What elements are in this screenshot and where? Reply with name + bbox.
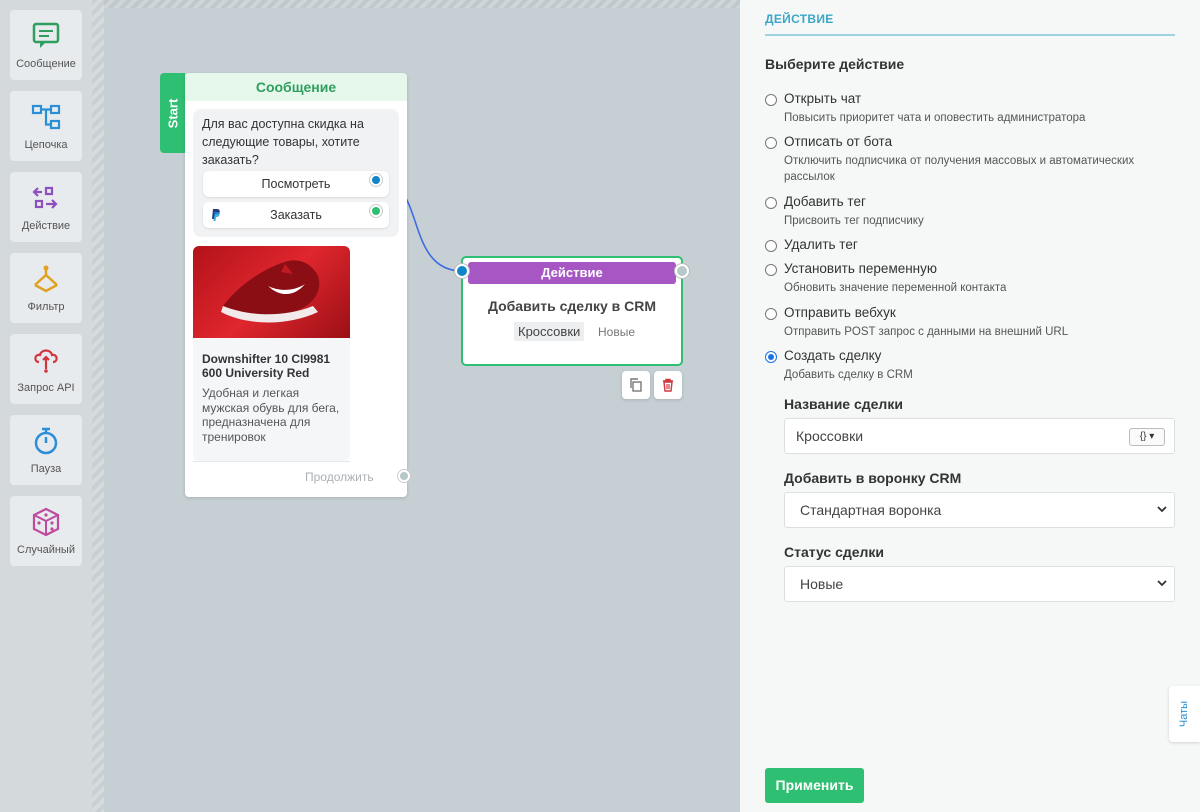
deal-name-tag: Кроссовки <box>514 322 585 341</box>
delete-node-button[interactable] <box>654 371 682 399</box>
toolbar-item-message[interactable]: Сообщение <box>10 10 82 80</box>
panel-header: ДЕЙСТВИЕ <box>765 12 834 26</box>
toolbar-item-filter[interactable]: Фильтр <box>10 253 82 323</box>
caret-down-icon: ▾ <box>1149 431 1155 442</box>
toolbar-item-label: Действие <box>21 220 71 232</box>
pause-timer-icon <box>34 427 58 455</box>
toolbar-item-label: Запрос API <box>17 382 75 394</box>
chain-icon <box>31 104 61 130</box>
toolbar-item-chain[interactable]: Цепочка <box>10 91 82 161</box>
toolbar-item-pause[interactable]: Пауза <box>10 415 82 485</box>
insert-variable-button[interactable]: {} ▾ <box>1129 428 1165 446</box>
quick-reply-order-button[interactable]: Заказать <box>203 202 389 228</box>
filter-icon <box>34 265 58 293</box>
duplicate-node-button[interactable] <box>622 371 650 399</box>
message-node[interactable]: Сообщение Для вас доступна скидка на сле… <box>185 73 410 497</box>
deal-name-label: Название сделки <box>784 396 903 412</box>
radio-set-variable[interactable] <box>765 264 777 276</box>
choose-action-title: Выберите действие <box>765 56 905 72</box>
toolbar-divider <box>92 0 104 812</box>
action-node-header: Действие <box>468 262 676 284</box>
api-request-icon <box>34 349 58 373</box>
continue-connector[interactable] <box>398 470 410 482</box>
funnel-label: Добавить в воронку CRM <box>784 470 962 486</box>
message-icon <box>32 22 60 48</box>
message-bubble: Для вас доступна скидка на следующие тов… <box>193 109 399 237</box>
toolbar-item-label: Случайный <box>17 544 75 556</box>
toolbar-item-label: Фильтр <box>27 301 65 313</box>
toolbar-item-label: Цепочка <box>24 139 68 151</box>
action-settings-panel: ДЕЙСТВИЕ Выберите действие Открыть чат П… <box>740 0 1200 812</box>
product-title: Downshifter 10 CI9981 600 University Red <box>202 352 331 380</box>
deal-status-tag: Новые <box>598 325 636 339</box>
canvas-top-border <box>104 0 740 8</box>
deal-name-input[interactable]: Кроссовки {} ▾ <box>784 418 1175 454</box>
radio-add-tag[interactable] <box>765 197 777 209</box>
product-description: Удобная и легкая мужская обувь для бега,… <box>202 386 340 444</box>
chevron-down-icon <box>1157 506 1167 513</box>
toolbar-item-api[interactable]: Запрос API <box>10 334 82 404</box>
status-label: Статус сделки <box>784 544 885 560</box>
copy-icon <box>630 378 642 392</box>
order-button-connector[interactable] <box>370 205 382 217</box>
apply-button[interactable]: Применить <box>765 768 864 803</box>
radio-send-webhook[interactable] <box>765 308 777 320</box>
trash-icon <box>663 378 673 392</box>
action-icon <box>32 186 58 209</box>
radio-unsubscribe[interactable] <box>765 137 777 149</box>
start-tab: Start <box>160 73 185 153</box>
product-card: Downshifter 10 CI9981 600 University Red… <box>193 246 350 461</box>
view-button-connector[interactable] <box>370 174 382 186</box>
quick-reply-view-button[interactable]: Посмотреть <box>203 171 389 197</box>
paypal-icon <box>212 209 220 221</box>
radio-open-chat[interactable] <box>765 94 777 106</box>
continue-label: Продолжить <box>305 470 374 484</box>
radio-create-deal[interactable] <box>765 351 777 363</box>
toolbar-item-action[interactable]: Действие <box>10 172 82 242</box>
action-node[interactable]: Действие Добавить сделку в CRM Кроссовки… <box>461 256 683 366</box>
status-select[interactable]: Новые <box>784 566 1175 602</box>
toolbar-item-random[interactable]: Случайный <box>10 496 82 566</box>
action-input-connector[interactable] <box>455 264 469 278</box>
card-divider <box>193 461 350 462</box>
toolbar-item-label: Сообщение <box>16 58 76 70</box>
action-output-connector[interactable] <box>675 264 689 278</box>
product-image <box>193 246 350 338</box>
message-node-title: Сообщение <box>185 73 407 101</box>
toolbar-item-label: Пауза <box>30 463 62 475</box>
radio-remove-tag[interactable] <box>765 240 777 252</box>
sneaker-image-icon <box>221 260 320 323</box>
funnel-select[interactable]: Стандартная воронка <box>784 492 1175 528</box>
chats-tab[interactable]: Чаты <box>1169 686 1200 742</box>
panel-header-divider <box>765 34 1175 36</box>
message-text: Для вас доступна скидка на следующие тов… <box>202 117 364 167</box>
dice-icon <box>32 507 60 537</box>
chevron-down-icon <box>1157 580 1167 587</box>
action-node-title: Добавить сделку в CRM <box>487 298 657 314</box>
